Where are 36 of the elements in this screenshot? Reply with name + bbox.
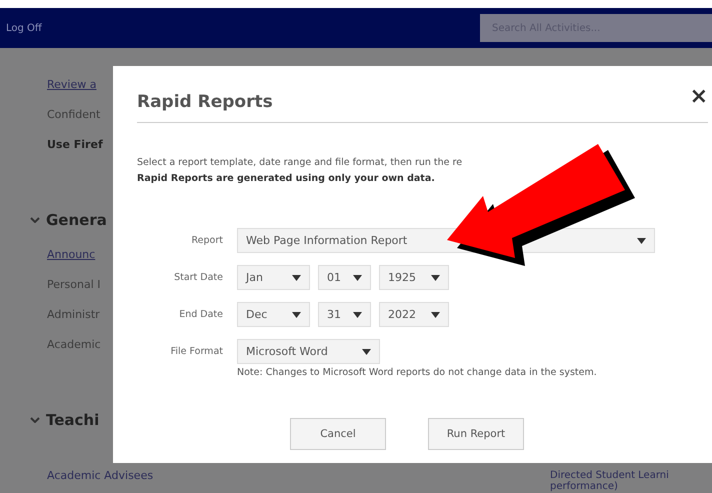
field-label: File Format bbox=[170, 345, 223, 359]
page-item: Administr bbox=[47, 307, 100, 323]
year-dropdown[interactable]: 2022 bbox=[379, 302, 449, 327]
caret-icon bbox=[292, 274, 301, 280]
page-item: Personal I bbox=[47, 277, 101, 293]
cancel-button[interactable]: Cancel bbox=[290, 418, 386, 450]
chevron-icon[interactable] bbox=[30, 417, 40, 423]
caret-icon bbox=[292, 312, 301, 318]
page-item: Confident bbox=[47, 107, 100, 123]
year-dropdown[interactable]: 1925 bbox=[379, 265, 449, 290]
format-dropdown[interactable]: Microsoft Word bbox=[237, 339, 380, 364]
page-notice: Use Firef bbox=[47, 137, 103, 153]
day-dropdown[interactable]: 31 bbox=[318, 302, 371, 327]
caret-icon bbox=[353, 274, 362, 280]
field-label: Start Date bbox=[173, 271, 223, 285]
chevron-icon[interactable] bbox=[30, 217, 40, 223]
section-heading: Genera bbox=[46, 210, 107, 231]
format-note: Note: Changes to Microsoft Word reports do not change data in the system. bbox=[237, 367, 598, 378]
page-item: Academic bbox=[47, 337, 101, 353]
log-off-link[interactable]: Log Off bbox=[6, 22, 42, 34]
month-dropdown[interactable]: Jan bbox=[237, 265, 310, 290]
field-label: Report bbox=[190, 234, 223, 248]
section-heading: Teachi bbox=[46, 410, 100, 431]
day-dropdown[interactable]: 01 bbox=[318, 265, 371, 290]
field-label: End Date bbox=[178, 308, 223, 322]
data-notice: Rapid Reports are generated using only your own data. bbox=[137, 173, 436, 184]
caret-icon bbox=[637, 238, 646, 244]
caret-icon bbox=[362, 348, 371, 354]
month-dropdown[interactable]: Dec bbox=[237, 302, 310, 327]
dialog-title: Rapid Reports bbox=[137, 92, 273, 112]
run-report-button[interactable]: Run Report bbox=[428, 418, 524, 450]
caret-icon bbox=[431, 312, 440, 318]
caret-icon bbox=[353, 312, 362, 318]
caret-icon bbox=[431, 274, 440, 280]
close-button[interactable]: × bbox=[690, 84, 708, 108]
instructions-text: Select a report template, date range and file format, then run the re bbox=[137, 157, 464, 168]
